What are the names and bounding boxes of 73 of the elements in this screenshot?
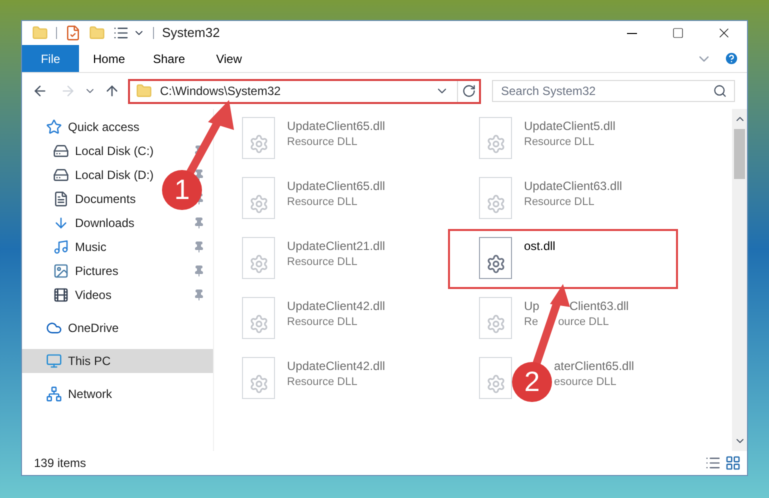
window-title: System32 — [162, 24, 220, 42]
scrollbar-thumb[interactable] — [734, 129, 745, 179]
nav-item[interactable]: Videos — [75, 286, 112, 304]
nav-item[interactable]: Music — [75, 238, 106, 256]
dll-file-icon — [242, 177, 275, 219]
network-icon — [46, 386, 62, 402]
videos-icon — [53, 287, 69, 303]
nav-item[interactable]: Network — [68, 385, 112, 403]
file-name: UpdateClient42.dll — [287, 298, 386, 314]
details-view-icon[interactable] — [705, 455, 721, 471]
nav-item[interactable]: Quick access — [68, 118, 140, 136]
dll-file-icon — [479, 177, 512, 219]
address-path: C:\Windows\System32 — [160, 83, 281, 100]
file-type: Resource DLL — [287, 255, 358, 270]
up-icon[interactable] — [104, 83, 120, 99]
nav-item[interactable]: Documents — [75, 190, 136, 208]
file-type: Resource DLL — [287, 375, 358, 390]
file-type: Resource DLL — [524, 195, 596, 210]
file-name: UpdateClient65.dll — [287, 118, 386, 134]
dll-file-icon — [242, 237, 275, 279]
file-name: aterClient65.dll — [554, 358, 634, 374]
help-icon[interactable] — [724, 51, 739, 66]
documents-icon — [53, 191, 69, 207]
dll-file-icon — [242, 297, 275, 339]
search-icon — [713, 84, 727, 98]
dll-file-icon — [242, 117, 275, 159]
file-type: Resource DLL — [287, 195, 358, 210]
file-name: UpdateClient65.dll — [287, 178, 386, 194]
folder-icon — [136, 83, 152, 99]
pictures-icon — [53, 263, 69, 279]
dll-file-icon — [479, 237, 512, 279]
dll-file-icon — [242, 357, 275, 399]
ribbon-tab[interactable]: Share — [139, 45, 199, 72]
file-name: UpdateClient5.dll — [524, 118, 616, 134]
file-name: ost.dll — [524, 238, 556, 254]
file-name: UpdateClient42.dll — [287, 358, 386, 374]
dll-file-icon — [479, 297, 512, 339]
dll-file-icon — [479, 117, 512, 159]
ribbon-tab[interactable]: File — [22, 45, 79, 72]
file-name: UpdateClient21.dll — [287, 238, 386, 254]
ribbon-tab[interactable]: Home — [79, 45, 139, 72]
ribbon-tab[interactable]: View — [199, 45, 259, 72]
file-name: Client63.dll — [569, 298, 629, 314]
search-field[interactable]: Search System32 — [492, 80, 735, 102]
refresh-icon — [462, 84, 476, 98]
file-type: ource DLL — [558, 315, 609, 330]
nav-item[interactable]: Downloads — [75, 214, 134, 232]
nav-item[interactable]: OneDrive — [68, 319, 119, 337]
file-name: Up — [524, 298, 540, 314]
file-type: Resource DLL — [524, 135, 596, 150]
address-bar[interactable]: C:\Windows\System32 — [128, 78, 481, 104]
tiles-view-icon[interactable] — [725, 455, 741, 471]
item-count: 139 items — [34, 455, 86, 472]
minimize-icon — [627, 32, 637, 34]
dll-file-icon — [479, 357, 512, 399]
customize-icon[interactable] — [113, 25, 129, 41]
maximize-icon — [672, 27, 684, 39]
nav-item[interactable]: Local Disk (D:) — [75, 166, 154, 184]
scrollbar[interactable] — [732, 109, 747, 451]
file-name: UpdateClient63.dll — [524, 178, 622, 194]
nav-item[interactable]: Pictures — [75, 262, 118, 280]
nav-item[interactable]: Local Disk (C:) — [75, 142, 154, 160]
back-icon[interactable] — [32, 83, 48, 99]
file-type: Re — [524, 315, 538, 330]
nav-item[interactable]: This PC — [22, 349, 213, 373]
file-type: Resource DLL — [287, 315, 358, 330]
file-type: esource DLL — [554, 375, 618, 390]
pc-icon — [46, 353, 62, 369]
file-type: Resource DLL — [287, 135, 358, 150]
cloud-icon — [46, 320, 62, 336]
music-icon — [53, 239, 69, 255]
properties-icon[interactable] — [65, 25, 81, 41]
downloads-icon — [53, 215, 69, 231]
